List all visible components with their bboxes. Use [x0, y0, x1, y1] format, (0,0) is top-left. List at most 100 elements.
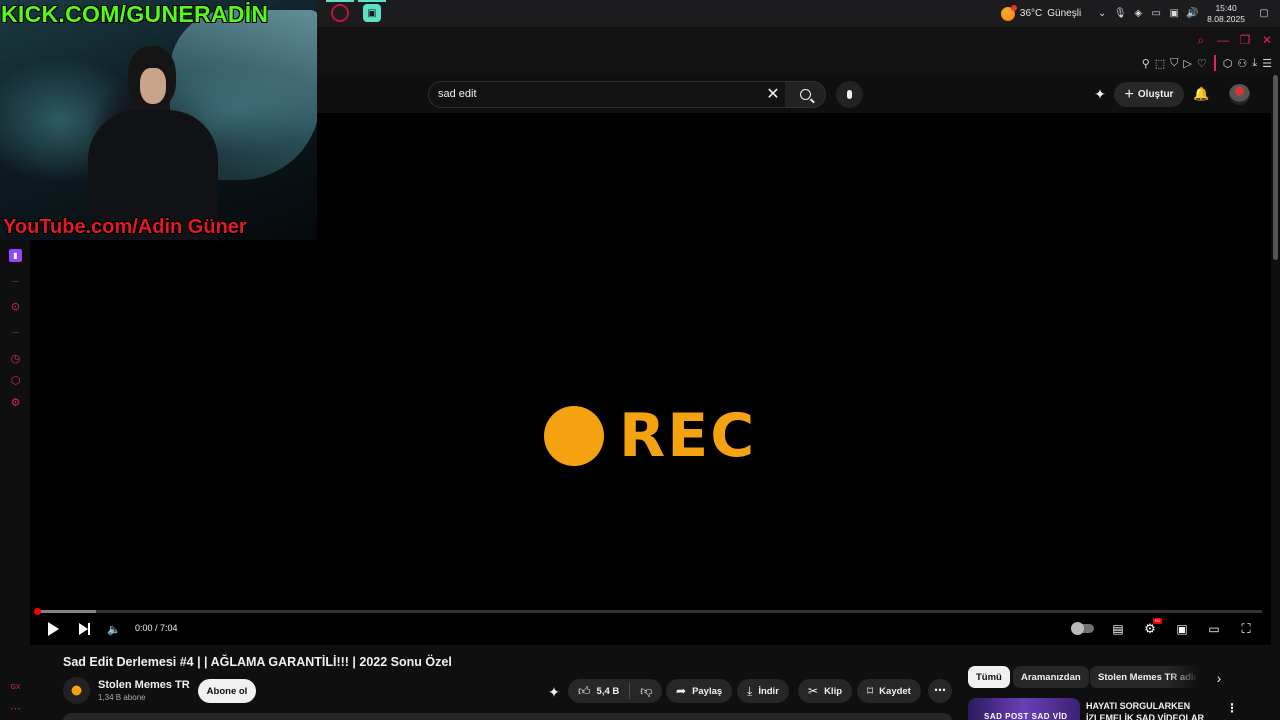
- menu-icon[interactable]: ☰: [1262, 57, 1272, 70]
- theater-mode-button[interactable]: ▭: [1206, 620, 1222, 638]
- download-icon: ⤓: [747, 683, 753, 698]
- next-icon: [79, 623, 90, 635]
- heart-icon[interactable]: ♡: [1197, 57, 1207, 70]
- filter-chip-all[interactable]: Tümü: [968, 666, 1010, 688]
- user-avatar[interactable]: [1229, 84, 1250, 105]
- clock-date: 8.08.2025: [1207, 13, 1245, 24]
- scrubber-handle[interactable]: [34, 608, 41, 615]
- volume-icon: 🔈: [107, 623, 121, 636]
- channel-name[interactable]: Stolen Memes TR: [98, 678, 190, 692]
- search-tabs-icon[interactable]: ⌕: [1194, 33, 1208, 48]
- channel-avatar[interactable]: [63, 677, 90, 704]
- video-title: Sad Edit Derlemesi #4 | | AĞLAMA GARANTİ…: [63, 655, 452, 669]
- like-divider: [629, 683, 631, 699]
- extensions-icon[interactable]: ⬡: [1223, 57, 1233, 70]
- page-scrollbar[interactable]: [1271, 75, 1280, 720]
- network-icon[interactable]: ▣: [1166, 8, 1182, 19]
- system-tray: 36°C Güneşli ⌄ 🎙 ◈ ▭ ▣ 🔊 15:40 8.08.2025…: [1000, 0, 1280, 27]
- toolbar-separator: [1213, 55, 1216, 71]
- captions-icon: ▤: [1112, 622, 1124, 636]
- weather-icon[interactable]: [1000, 4, 1017, 21]
- search-button[interactable]: [785, 81, 826, 108]
- save-label: Kaydet: [879, 685, 911, 697]
- restore-icon[interactable]: ❐: [1238, 33, 1252, 48]
- player-icon[interactable]: ⊙: [9, 301, 22, 314]
- sidebar-divider: [12, 281, 19, 282]
- share-button[interactable]: ➦ Paylaş: [666, 679, 733, 703]
- filter-chip-from-search[interactable]: Aramanızdan: [1013, 666, 1089, 688]
- chip-fade: [1168, 666, 1208, 688]
- recommended-video-title[interactable]: HAYATI SORGULARKEN İZLEMELİK SAD VİDEOLA…: [1086, 700, 1206, 720]
- volume-icon[interactable]: 🔊: [1184, 8, 1200, 19]
- clip-label: Klip: [824, 685, 843, 697]
- minimize-icon[interactable]: —: [1216, 33, 1230, 48]
- discord-taskbar-icon[interactable]: ▣: [363, 4, 381, 22]
- fullscreen-icon: ⛶: [1241, 621, 1251, 636]
- download-icon[interactable]: ⤓: [1252, 57, 1257, 70]
- search-input[interactable]: [428, 81, 790, 108]
- time-display: 0:00 / 7:04: [135, 623, 178, 633]
- microphone-icon: [847, 90, 852, 99]
- record-dot-icon: [544, 406, 604, 466]
- fullscreen-button[interactable]: ⛶: [1238, 620, 1254, 638]
- shield-icon[interactable]: ◈: [1130, 8, 1146, 19]
- recommended-video-thumbnail[interactable]: SAD POST SAD VİD: [968, 698, 1080, 720]
- gx-logo-icon[interactable]: GX: [9, 681, 22, 694]
- vpn-icon[interactable]: ⛉: [1170, 57, 1178, 70]
- subscribe-button[interactable]: Abone ol: [198, 679, 256, 703]
- thumbs-up-icon[interactable]: 👍︎: [578, 684, 591, 699]
- history-icon[interactable]: ◷: [9, 353, 22, 366]
- kebab-menu-icon[interactable]: ⋮: [1226, 701, 1238, 715]
- description-box[interactable]: [63, 713, 952, 720]
- create-label: Oluştur: [1137, 89, 1174, 100]
- ask-sparkle-icon[interactable]: ✦: [546, 684, 562, 700]
- scrollbar-thumb[interactable]: [1273, 75, 1278, 260]
- extensions-icon[interactable]: ⬡: [9, 375, 22, 388]
- play-button[interactable]: [46, 620, 60, 638]
- like-count[interactable]: 5,4 B: [597, 686, 620, 697]
- autoplay-toggle[interactable]: [1071, 622, 1094, 635]
- save-button[interactable]: ⌑ Kaydet: [857, 679, 921, 703]
- subscriber-count: 1,34 B abone: [98, 693, 146, 702]
- close-icon[interactable]: ✕: [1260, 33, 1274, 48]
- search-query[interactable]: sad edit: [438, 81, 477, 108]
- rec-overlay: REC: [544, 406, 756, 466]
- chevron-up-icon[interactable]: ⌄: [1094, 8, 1110, 19]
- miniplayer-button[interactable]: ▣: [1174, 620, 1190, 638]
- pin-icon[interactable]: ⚲: [1142, 57, 1150, 70]
- download-button[interactable]: ⤓ İndir: [737, 679, 789, 703]
- voice-search-button[interactable]: [836, 81, 863, 108]
- battery-icon[interactable]: ▭: [1148, 8, 1164, 19]
- snapshot-icon[interactable]: ⬚: [1155, 57, 1165, 70]
- miniplayer-icon: ▣: [1176, 622, 1188, 636]
- clock[interactable]: 15:40 8.08.2025: [1207, 3, 1245, 25]
- weather-desc[interactable]: Güneşli: [1047, 8, 1081, 19]
- microphone-icon[interactable]: 🎙: [1112, 8, 1128, 19]
- next-button[interactable]: [76, 620, 92, 638]
- thumbs-down-icon[interactable]: 👎︎: [640, 684, 652, 699]
- opera-gx-taskbar-icon[interactable]: [331, 4, 349, 22]
- notification-icon[interactable]: ▢: [1256, 8, 1272, 19]
- twitch-icon[interactable]: ▮: [9, 249, 22, 262]
- clear-search-icon[interactable]: ✕: [764, 86, 782, 104]
- notifications-bell-icon[interactable]: 🔔: [1193, 86, 1209, 102]
- browser-tab-bar: [317, 27, 1280, 75]
- chevron-right-icon[interactable]: ›: [1210, 669, 1228, 687]
- download-label: İndir: [758, 685, 779, 697]
- clip-button[interactable]: ✂ Klip: [798, 679, 853, 703]
- mute-button[interactable]: 🔈: [106, 620, 122, 638]
- sparkle-icon[interactable]: ✦: [1092, 86, 1108, 102]
- sidebar-divider: [12, 332, 19, 333]
- subtitles-button[interactable]: ▤: [1110, 620, 1126, 638]
- player-icon[interactable]: ▷: [1183, 57, 1191, 70]
- more-icon[interactable]: ⋯: [9, 703, 22, 716]
- thumbnail-text: SAD POST SAD VİD: [984, 712, 1068, 720]
- like-dislike-group: 👍︎ 5,4 B 👎︎: [568, 679, 663, 703]
- create-button[interactable]: + Oluştur: [1114, 82, 1184, 107]
- weather-temp[interactable]: 36°C: [1020, 8, 1042, 19]
- more-actions-button[interactable]: ⋯: [928, 679, 952, 703]
- progress-bar[interactable]: [34, 608, 1262, 615]
- settings-icon[interactable]: ⚙: [9, 397, 22, 410]
- app-indicator: [358, 0, 386, 2]
- profile-icon[interactable]: ⚇: [1237, 57, 1247, 70]
